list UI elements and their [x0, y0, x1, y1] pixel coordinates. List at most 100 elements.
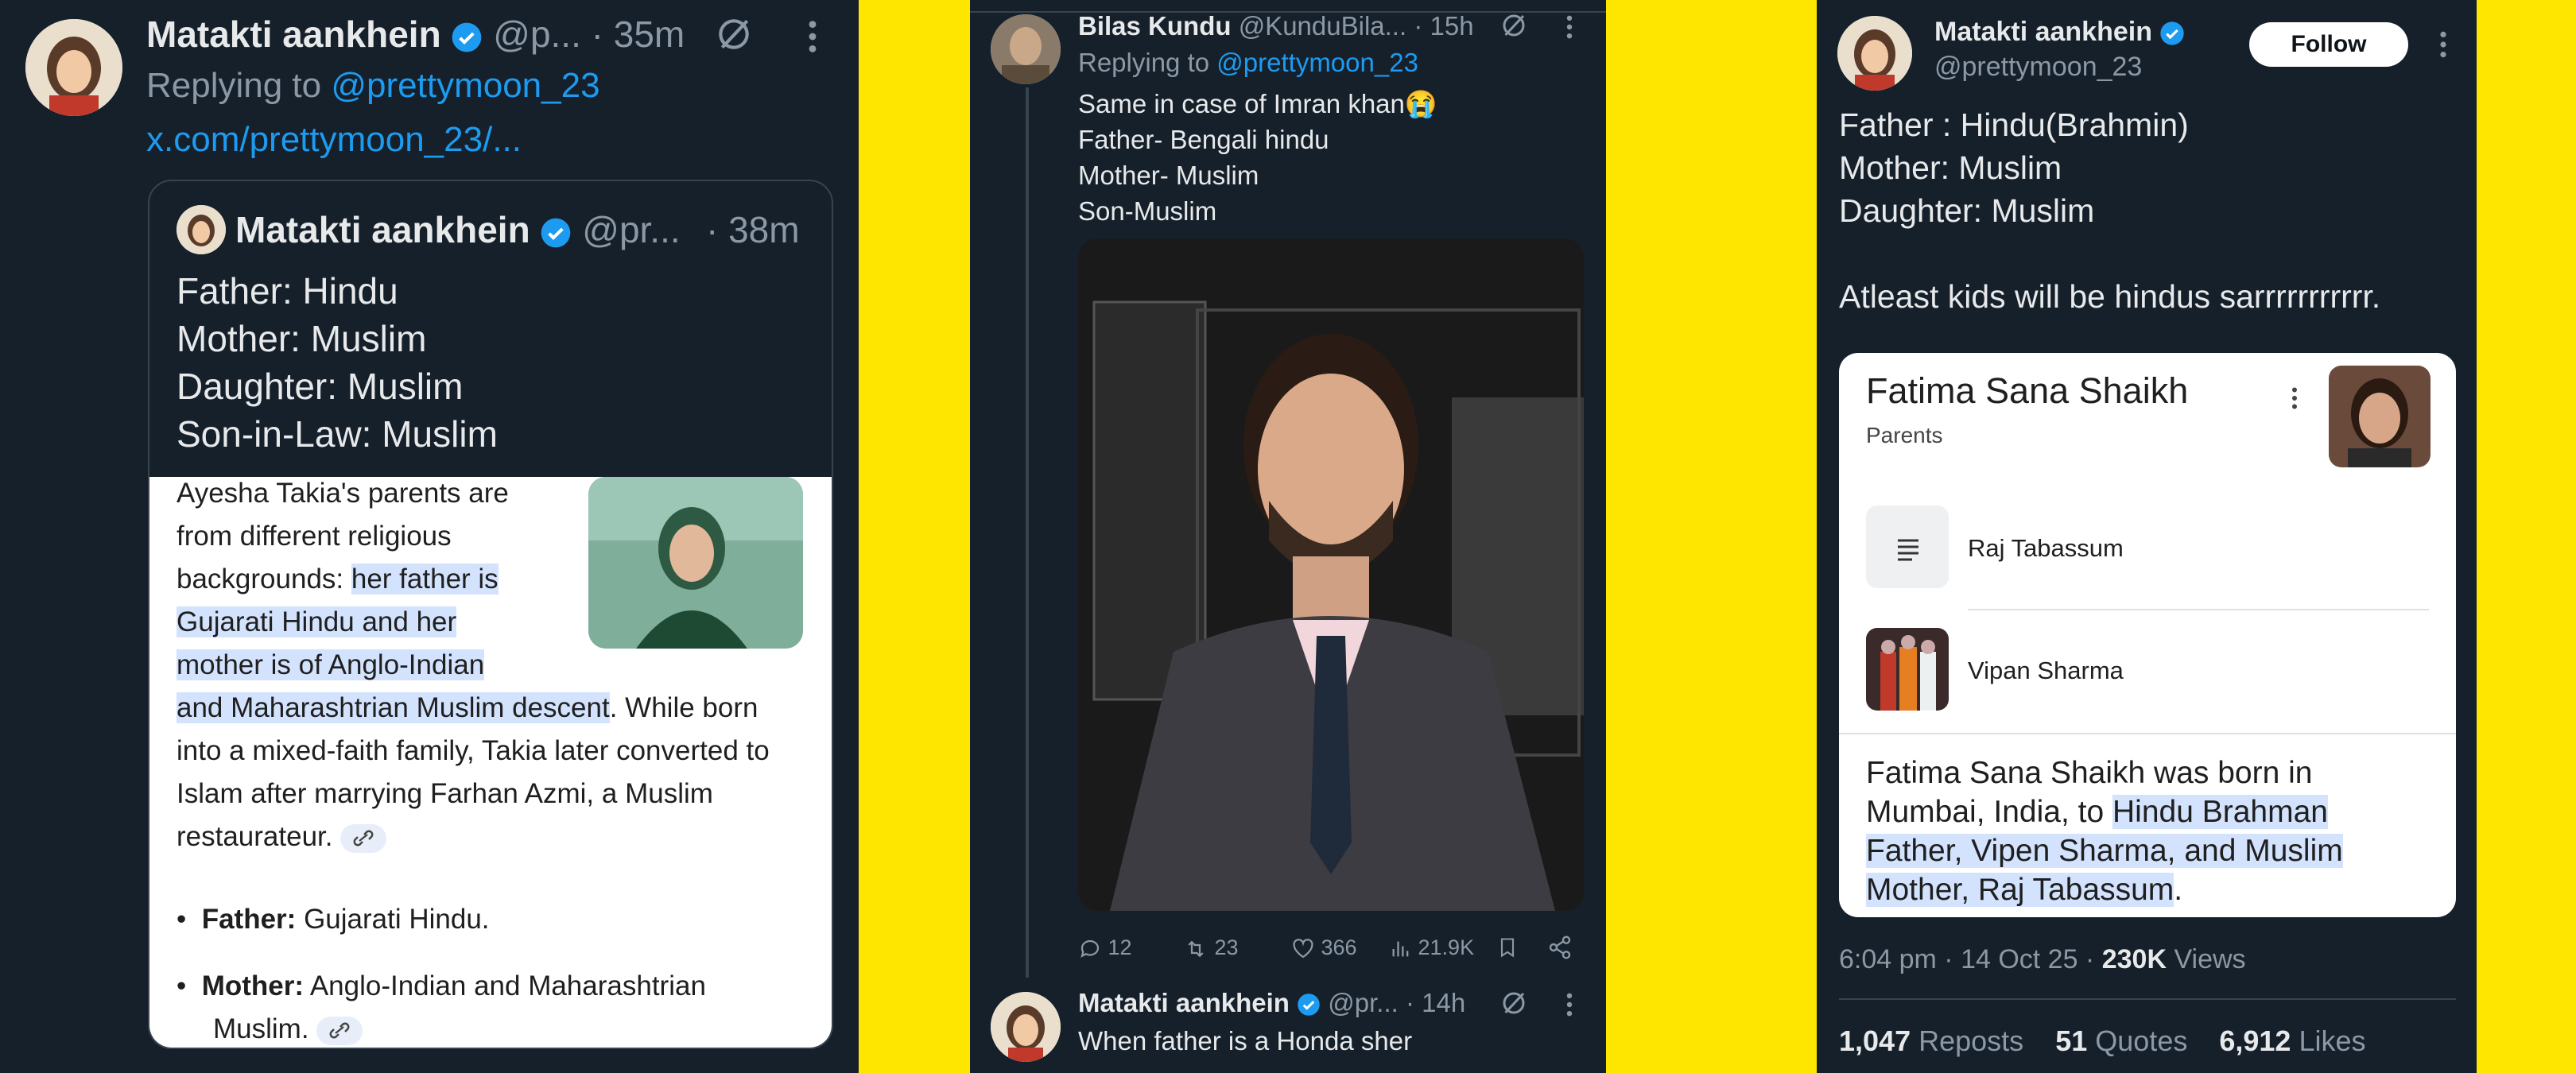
avatar[interactable]: [991, 14, 1061, 84]
list-item: • Mother: Anglo-Indian and Maharashtrian: [177, 970, 706, 1001]
card-line: . While born: [609, 692, 758, 723]
reply-count: 12: [1108, 935, 1132, 959]
card-line: restaurateur.: [177, 821, 333, 852]
card-description: Fatima Sana Shaikh was born in Mumbai, I…: [1866, 753, 2343, 909]
quoted-tweet[interactable]: Matakti aankhein @pr... · 38m Father: Hi…: [148, 180, 833, 1049]
tweet-header: Matakti aankhein: [1934, 14, 2185, 49]
quote-author: Matakti aankhein: [235, 209, 530, 250]
author-handle[interactable]: @pr...: [1328, 988, 1399, 1017]
tweet-panel-left: Matakti aankhein @p... · 35m Replying to…: [0, 0, 859, 1073]
author-name[interactable]: Matakti aankhein: [1078, 988, 1290, 1017]
embedded-screenshot[interactable]: Fatima Sana Shaikh Parents Raj Tabassum …: [1839, 353, 2456, 917]
more-options-icon[interactable]: [1563, 14, 1576, 40]
highlight-text: Hindu Brahman: [2112, 795, 2328, 829]
timestamp[interactable]: · 14h: [1406, 988, 1465, 1017]
replying-to: Replying to @prettymoon_23: [1078, 46, 1418, 79]
tweet-text: Same in case of Imran khan😭 Father- Beng…: [1078, 86, 1437, 229]
thread-line: [1026, 87, 1029, 978]
tweet-line: Same in case of Imran khan😭: [1078, 89, 1437, 118]
source-link-icon[interactable]: [316, 1016, 363, 1045]
views-button[interactable]: 21.9K: [1390, 932, 1474, 963]
quote-line: Son-in-Law: Muslim: [177, 413, 498, 455]
tweet-line: Atleast kids will be hindus sarrrrrrrrrr…: [1839, 278, 2381, 315]
author-handle[interactable]: @p...: [493, 14, 581, 55]
highlight-text: Gujarati Hindu and her: [177, 606, 457, 637]
engagement-stats: 1,047 Reposts 51 Quotes 6,912 Likes: [1839, 1022, 2366, 1060]
parent-name[interactable]: Vipan Sharma: [1968, 655, 2124, 687]
card-line: Mumbai, India, to: [1866, 795, 2105, 829]
quote-header: Matakti aankhein @pr...: [235, 205, 681, 254]
list-item: • Father: Gujarati Hindu.: [177, 904, 490, 935]
card-line: backgrounds:: [177, 564, 344, 595]
fatima-photo: [2329, 366, 2431, 467]
source-link-icon[interactable]: [340, 823, 387, 853]
view-count: 21.9K: [1418, 935, 1475, 959]
tweet-photo[interactable]: [1078, 238, 1584, 911]
divider: [1968, 609, 2429, 610]
replying-handle-link[interactable]: @prettymoon_23: [331, 66, 599, 105]
card-title: Fatima Sana Shaikh: [1866, 370, 2189, 411]
author-name[interactable]: Matakti aankhein: [1934, 17, 2152, 47]
highlight-text: Mother, Raj Tabassum: [1866, 873, 2174, 907]
author-name[interactable]: Matakti aankhein: [146, 14, 441, 55]
replying-prefix: Replying to: [1078, 48, 1210, 77]
divider: [1839, 998, 2456, 1000]
bullet-list: • Father: Gujarati Hindu. • Mother: Angl…: [177, 898, 706, 1048]
reposts-stat[interactable]: 1,047 Reposts: [1839, 1025, 2023, 1057]
tweet-header: Matakti aankhein @pr... · 14h: [1078, 986, 1465, 1021]
avatar[interactable]: [1837, 16, 1912, 91]
quote-line: Mother: Muslim: [177, 318, 427, 359]
tweet-datetime[interactable]: 6:04 pm · 14 Oct 25 ·: [1839, 944, 2094, 974]
replying-prefix: Replying to: [146, 66, 322, 105]
parent-name[interactable]: Raj Tabassum: [1968, 533, 2124, 564]
grok-icon[interactable]: [1499, 989, 1528, 1017]
view-count: 230K: [2101, 944, 2167, 974]
more-options-icon[interactable]: [2437, 30, 2450, 59]
embedded-screenshot: Ayesha Takia's parents are from differen…: [149, 477, 832, 1048]
reply-button[interactable]: 12: [1078, 932, 1132, 963]
quote-line: Daughter: Muslim: [177, 366, 464, 407]
highlight-text: and Maharashtrian Muslim descent: [177, 692, 610, 723]
quotes-stat[interactable]: 51 Quotes: [2055, 1025, 2187, 1057]
tweet-actions: 12 23 366 21.9K: [1078, 932, 1584, 963]
share-icon[interactable]: [1547, 935, 1573, 960]
avatar[interactable]: [25, 19, 122, 116]
grok-icon[interactable]: [714, 14, 754, 54]
author-handle[interactable]: @prettymoon_23: [1934, 49, 2142, 84]
timestamp[interactable]: · 15h: [1414, 11, 1473, 41]
tweet-line: Son-Muslim: [1078, 196, 1217, 226]
author-handle[interactable]: @KunduBila...: [1239, 11, 1406, 41]
like-count: 366: [1321, 935, 1357, 959]
timestamp[interactable]: · 35m: [592, 14, 685, 55]
tweet-text: Father : Hindu(Brahmin) Mother: Muslim D…: [1839, 103, 2380, 318]
highlight-text: her father is: [351, 564, 499, 595]
tweet-panel-middle: Bilas Kundu @KunduBila... · 15h Replying…: [970, 0, 1606, 1073]
replying-handle-link[interactable]: @prettymoon_23: [1216, 48, 1418, 77]
screenshot-text: Ayesha Takia's parents are from differen…: [177, 472, 770, 858]
quote-line: Father: Hindu: [177, 270, 398, 312]
avatar[interactable]: [991, 992, 1061, 1062]
highlight-text: Father, Vipen Sharma, and Muslim: [1866, 834, 2343, 868]
tweet-header: Bilas Kundu @KunduBila... · 15h: [1078, 10, 1474, 43]
quote-time: · 38m: [706, 209, 800, 250]
author-name[interactable]: Bilas Kundu: [1078, 11, 1232, 41]
verified-badge-icon: [540, 217, 572, 249]
tweet-line: Mother- Muslim: [1078, 161, 1259, 190]
document-icon: [1866, 506, 1949, 588]
more-options-icon: [2291, 386, 2299, 410]
grok-icon[interactable]: [1499, 11, 1528, 40]
likes-stat[interactable]: 6,912 Likes: [2219, 1025, 2365, 1057]
more-options-icon[interactable]: [803, 19, 822, 54]
views-label: Views: [2174, 944, 2246, 974]
tweet-link[interactable]: x.com/prettymoon_23/...: [146, 118, 522, 162]
divider: [1839, 733, 2456, 734]
follow-button[interactable]: Follow: [2249, 22, 2408, 67]
tweet-header: Matakti aankhein @p... · 35m: [146, 11, 685, 57]
like-button[interactable]: 366: [1291, 932, 1357, 963]
bookmark-icon[interactable]: [1496, 935, 1519, 960]
highlight-text: mother is of Anglo-Indian: [177, 649, 485, 680]
more-options-icon[interactable]: [1563, 992, 1576, 1017]
tweet-line: Mother: Muslim: [1839, 149, 2062, 186]
repost-button[interactable]: 23: [1183, 932, 1239, 963]
